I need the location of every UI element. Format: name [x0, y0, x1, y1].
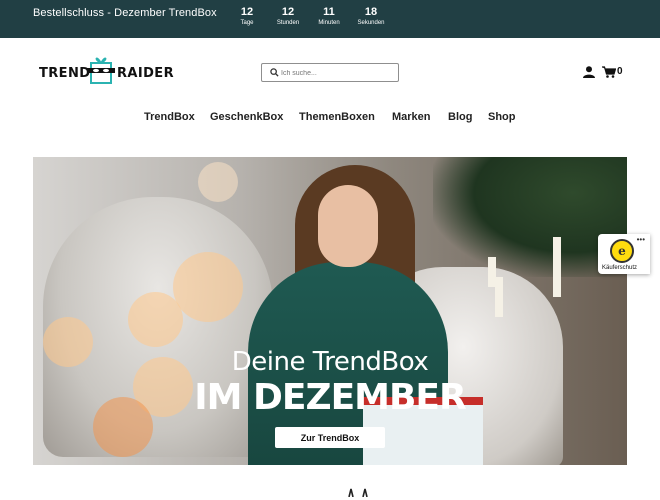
badge-label: Käuferschutz [602, 265, 638, 271]
cart-count: 0 [617, 66, 623, 77]
nav-item-blog[interactable]: Blog [448, 111, 472, 123]
more-options-icon[interactable]: ••• [637, 235, 645, 244]
zur-trendbox-button[interactable]: Zur TrendBox [275, 427, 385, 448]
hero-model-face [318, 185, 378, 267]
shopping-cart-icon[interactable] [602, 66, 616, 78]
main-navigation: TrendBox GeschenkBox ThemenBoxen Marken … [0, 111, 660, 127]
nav-item-shop[interactable]: Shop [488, 111, 516, 123]
countdown-seconds: 18 Sekunden [351, 6, 391, 28]
section-heading-peek [341, 484, 371, 500]
nav-item-themenboxen[interactable]: ThemenBoxen [299, 111, 375, 123]
candle [495, 277, 503, 317]
countdown-days-value: 12 [240, 6, 254, 18]
nav-item-trendbox[interactable]: TrendBox [144, 111, 195, 123]
countdown-hours: 12 Stunden [268, 6, 308, 28]
hero-headline-bottom: IM DEZEMBER [194, 377, 467, 418]
countdown-minutes: 11 Minuten [309, 6, 349, 28]
trusted-shops-badge[interactable]: ••• e Käuferschutz [598, 234, 650, 274]
countdown-seconds-label: Sekunden [357, 20, 385, 26]
logo-text-trend: TREND [39, 66, 91, 81]
countdown-hours-label: Stunden [276, 20, 300, 26]
candle [553, 237, 561, 297]
trendraider-logo[interactable]: TREND RAIDER [39, 53, 174, 85]
gift-box-logo-icon [87, 57, 115, 84]
candle [488, 257, 496, 287]
decorative-ornament-icon [348, 488, 368, 498]
nav-item-geschenkbox[interactable]: GeschenkBox [210, 111, 283, 123]
hero-banner[interactable]: Deine TrendBox IM DEZEMBER Zur TrendBox [33, 157, 627, 465]
countdown-hours-value: 12 [281, 6, 295, 18]
nav-item-marken[interactable]: Marken [392, 111, 431, 123]
search-input[interactable] [281, 66, 391, 80]
countdown-seconds-value: 18 [364, 6, 378, 18]
logo-text-raider: RAIDER [117, 66, 174, 81]
promo-countdown-bar: Bestellschluss - Dezember TrendBox 12 Ta… [0, 0, 660, 38]
hero-headline-top: Deine TrendBox [231, 347, 429, 377]
trust-seal-icon: e [610, 239, 634, 263]
bokeh-light [198, 162, 238, 202]
countdown-days-label: Tage [240, 20, 254, 26]
bokeh-light [173, 252, 243, 322]
countdown-minutes-label: Minuten [318, 20, 340, 26]
user-account-icon[interactable] [583, 66, 595, 78]
countdown-days: 12 Tage [227, 6, 267, 28]
countdown-minutes-value: 11 [323, 6, 335, 18]
search-box[interactable] [261, 63, 399, 82]
search-icon [270, 68, 279, 77]
promo-text: Bestellschluss - Dezember TrendBox [33, 7, 217, 19]
